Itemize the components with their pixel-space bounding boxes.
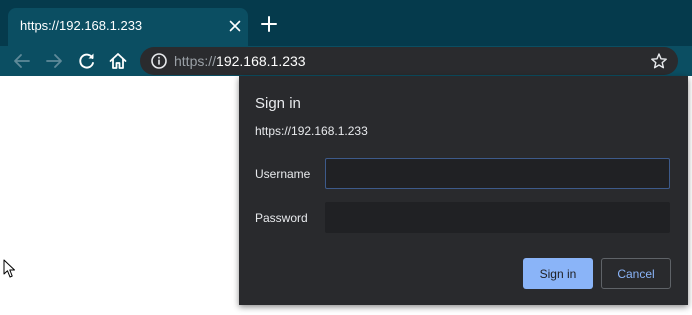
dialog-origin: https://192.168.1.233 — [255, 124, 368, 138]
plus-icon[interactable] — [260, 15, 278, 33]
mouse-cursor-icon — [3, 259, 15, 278]
url-scheme: https:// — [174, 53, 217, 69]
tab-title: https://192.168.1.233 — [20, 18, 143, 33]
sign-in-button[interactable]: Sign in — [523, 258, 593, 289]
url-text: https://192.168.1.233 — [174, 53, 306, 69]
star-icon[interactable] — [650, 52, 668, 70]
forward-arrow-icon[interactable] — [43, 50, 65, 72]
browser-tab[interactable]: https://192.168.1.233 — [8, 8, 248, 46]
address-bar[interactable]: https://192.168.1.233 — [140, 47, 678, 75]
back-arrow-icon[interactable] — [11, 50, 33, 72]
password-field[interactable] — [325, 202, 670, 233]
username-field[interactable] — [325, 158, 670, 189]
dialog-title: Sign in — [255, 95, 301, 112]
info-icon[interactable] — [150, 52, 168, 70]
password-label: Password — [255, 211, 308, 225]
cancel-button[interactable]: Cancel — [601, 258, 671, 289]
close-icon[interactable] — [226, 17, 244, 35]
username-label: Username — [255, 167, 311, 181]
tab-strip: https://192.168.1.233 — [0, 0, 692, 46]
reload-icon[interactable] — [76, 50, 98, 72]
sign-in-dialog: Sign in https://192.168.1.233 Username P… — [239, 76, 688, 305]
toolbar: https://192.168.1.233 — [0, 46, 692, 76]
home-icon[interactable] — [107, 50, 129, 72]
url-host: 192.168.1.233 — [216, 53, 306, 69]
